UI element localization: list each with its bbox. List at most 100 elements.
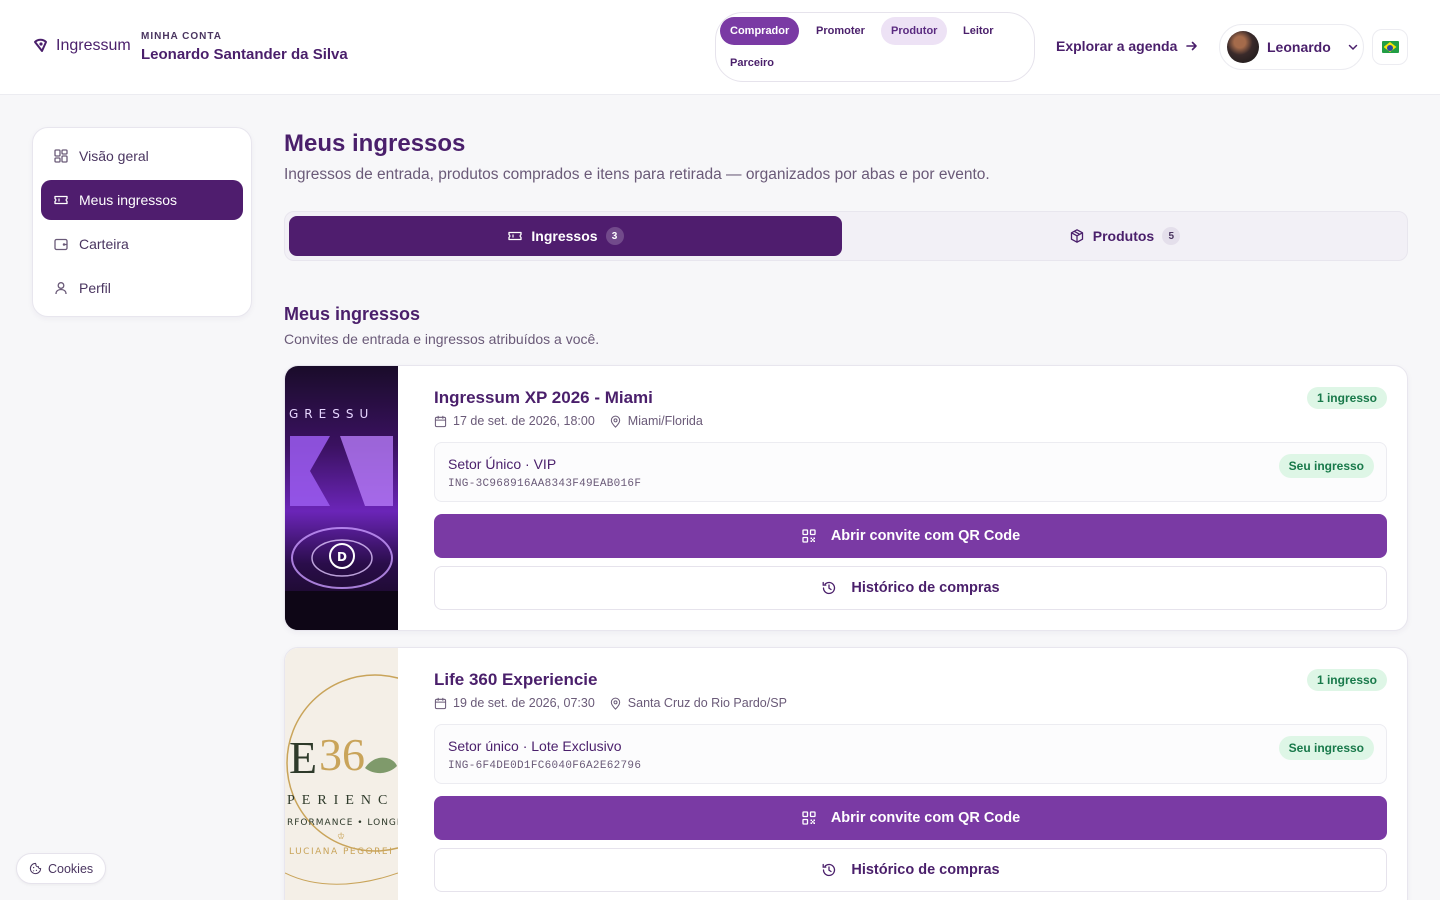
role-comprador[interactable]: Comprador: [720, 17, 800, 45]
ticket-icon: [508, 231, 523, 241]
button-label: Abrir convite com QR Code: [830, 810, 1021, 826]
role-promoter[interactable]: Promoter: [806, 17, 875, 45]
event-card: E 36 PERIENC RFORMANCE • LONGE ♔ LUCIANA…: [284, 647, 1408, 900]
role-parceiro[interactable]: Parceiro: [720, 49, 784, 77]
chevron-down-icon: [1348, 44, 1358, 51]
event-location: Miami/Florida: [627, 414, 703, 428]
cookies-label: Cookies: [48, 861, 94, 876]
owner-badge: Seu ingresso: [1278, 736, 1374, 760]
brazil-flag-icon: [1381, 41, 1399, 53]
owner-badge: Seu ingresso: [1278, 454, 1374, 478]
event-meta: 17 de set. de 2026, 18:00 Miami/Florida: [434, 414, 703, 428]
history-icon: [822, 581, 836, 595]
svg-text:E: E: [289, 732, 317, 783]
ticket-code: ING-3C968916AA8343F49EAB016F: [448, 478, 642, 490]
avatar: [1227, 31, 1259, 63]
qr-code-icon: [802, 811, 816, 825]
button-label: Abrir convite com QR Code: [830, 528, 1021, 544]
sidebar-nav: Visão geral Meus ingressos Carteira Perf…: [32, 127, 252, 317]
svg-text:GRESSU: GRESSU: [289, 407, 374, 421]
event-title: Life 360 Experiencie: [434, 670, 598, 689]
location-pin-icon: [610, 697, 620, 710]
tab-count: 3: [605, 227, 624, 245]
sidebar-item-perfil[interactable]: Perfil: [41, 268, 243, 308]
event-poster-art: GRESSU D: [285, 407, 398, 630]
svg-text:PERIENC: PERIENC: [287, 793, 394, 808]
sidebar-item-label: Visão geral: [79, 148, 149, 164]
tab-count: 5: [1162, 227, 1181, 245]
event-card-body: Ingressum XP 2026 - Miami 17 de set. de …: [434, 366, 1387, 630]
tab-ingressos[interactable]: Ingressos 3: [289, 216, 842, 256]
sidebar-item-label: Carteira: [79, 236, 129, 252]
logo-text: Ingressum: [56, 37, 131, 54]
event-date: 17 de set. de 2026, 18:00: [453, 414, 595, 428]
sidebar-item-label: Meus ingressos: [79, 192, 178, 208]
brand-logo[interactable]: Ingressum: [32, 36, 131, 56]
purchase-history-button[interactable]: Histórico de compras: [434, 848, 1387, 892]
event-poster-art: E 36 PERIENC RFORMANCE • LONGE ♔ LUCIANA…: [285, 674, 464, 885]
user-name: Leonardo: [1267, 39, 1331, 55]
calendar-icon: [434, 697, 447, 709]
account-kicker: MINHA CONTA: [141, 31, 222, 42]
wallet-icon: [54, 238, 68, 251]
svg-text:RFORMANCE • LONGE: RFORMANCE • LONGE: [287, 818, 398, 828]
button-label: Histórico de compras: [851, 580, 1000, 596]
role-switcher: Comprador Promoter Produtor Leitor Parce…: [715, 12, 1035, 82]
open-qr-invite-button[interactable]: Abrir convite com QR Code: [434, 514, 1387, 558]
event-card-body: Life 360 Experiencie 19 de set. de 2026,…: [434, 648, 1387, 900]
arrow-right-icon: [1186, 41, 1198, 51]
top-header: Ingressum MINHA CONTA Leonardo Santander…: [0, 0, 1440, 95]
open-qr-invite-button[interactable]: Abrir convite com QR Code: [434, 796, 1387, 840]
event-title: Ingressum XP 2026 - Miami: [434, 388, 653, 407]
section-title: Meus ingressos: [284, 304, 421, 324]
ticket-count-badge: 1 ingresso: [1306, 387, 1387, 409]
ticket-sector: Setor único · Lote Exclusivo: [448, 738, 622, 754]
role-leitor[interactable]: Leitor: [953, 17, 1004, 45]
ticket-entry: Setor único · Lote Exclusivo ING-6F4DE0D…: [434, 724, 1387, 784]
tab-label: Produtos: [1092, 228, 1155, 244]
event-poster-image: GRESSU D: [285, 366, 398, 630]
box-icon: [1070, 229, 1083, 243]
account-name: Leonardo Santander da Silva: [141, 46, 348, 63]
user-icon: [55, 282, 67, 295]
svg-text:♔: ♔: [337, 832, 345, 842]
language-button[interactable]: [1372, 29, 1408, 65]
event-meta: 19 de set. de 2026, 07:30 Santa Cruz do …: [434, 696, 787, 710]
cookies-button[interactable]: Cookies: [16, 853, 107, 884]
location-pin-icon: [610, 415, 620, 428]
purchase-history-button[interactable]: Histórico de compras: [434, 566, 1387, 610]
ticket-entry: Setor Único · VIP ING-3C968916AA8343F49E…: [434, 442, 1387, 502]
qr-code-icon: [802, 529, 816, 543]
dashboard-icon: [54, 149, 68, 163]
user-menu-button[interactable]: Leonardo: [1219, 24, 1364, 70]
event-card: GRESSU D Ingressum XP 2026 - Miami 17 de…: [284, 365, 1408, 631]
svg-text:36: 36: [319, 729, 365, 780]
tab-label: Ingressos: [531, 228, 598, 244]
button-label: Histórico de compras: [851, 862, 1000, 878]
history-icon: [822, 863, 836, 877]
ticket-icon: [54, 195, 68, 205]
ticket-sector: Setor Único · VIP: [448, 456, 557, 472]
logo-icon: [34, 38, 47, 52]
page-subtitle: Ingressos de entrada, produtos comprados…: [284, 166, 990, 183]
role-produtor[interactable]: Produtor: [881, 17, 948, 45]
event-poster-image: E 36 PERIENC RFORMANCE • LONGE ♔ LUCIANA…: [285, 648, 464, 900]
event-location: Santa Cruz do Rio Pardo/SP: [627, 696, 787, 710]
sidebar-item-meus-ingressos[interactable]: Meus ingressos: [41, 180, 243, 220]
explore-agenda-link[interactable]: Explorar a agenda: [1056, 38, 1199, 54]
account-block: MINHA CONTA Leonardo Santander da Silva: [141, 31, 348, 63]
tabs-bar: Ingressos 3 Produtos 5: [284, 211, 1408, 261]
calendar-icon: [434, 415, 447, 427]
sidebar-item-carteira[interactable]: Carteira: [41, 224, 243, 264]
page-title: Meus ingressos: [284, 130, 466, 157]
section-subtitle: Convites de entrada e ingressos atribuíd…: [284, 331, 600, 347]
cookie-icon: [29, 862, 42, 875]
ticket-count-badge: 1 ingresso: [1306, 669, 1387, 691]
tab-produtos[interactable]: Produtos 5: [846, 216, 1403, 256]
sidebar-item-visao-geral[interactable]: Visão geral: [41, 136, 243, 176]
explore-label: Explorar a agenda: [1056, 38, 1178, 54]
svg-text:LUCIANA PEGOREI: LUCIANA PEGOREI: [289, 847, 393, 857]
ticket-code: ING-6F4DE0D1FC6040F6A2E62796: [448, 760, 642, 772]
event-date: 19 de set. de 2026, 07:30: [453, 696, 595, 710]
sidebar-item-label: Perfil: [79, 280, 111, 296]
